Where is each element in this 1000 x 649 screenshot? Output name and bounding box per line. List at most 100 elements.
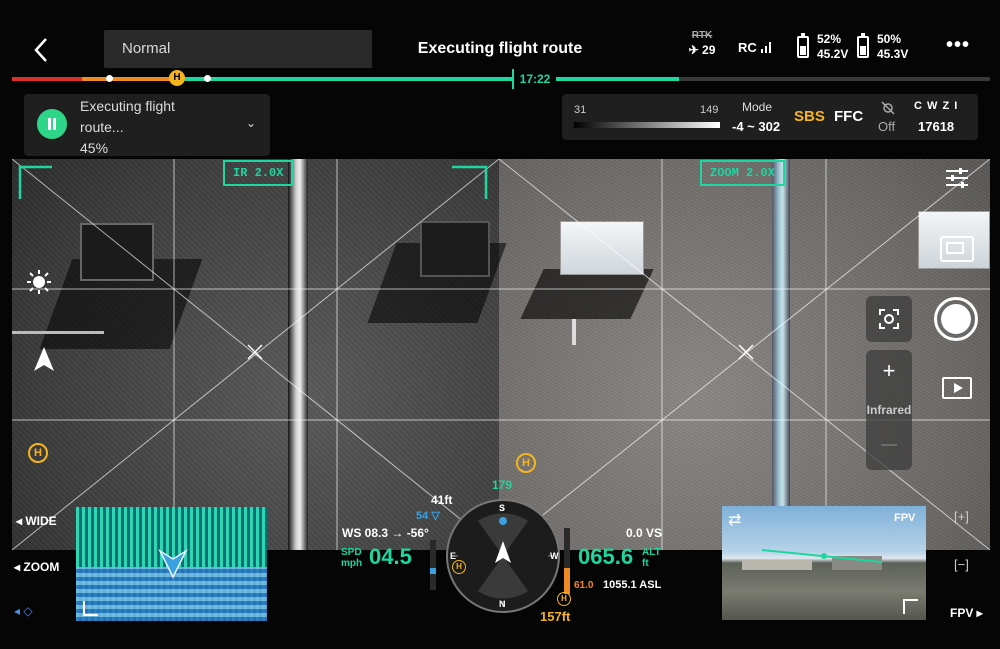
zoom-in-button[interactable]: +	[866, 358, 912, 384]
alt-label: ALT	[642, 547, 661, 558]
flight-mode-selector[interactable]: Normal	[104, 30, 372, 68]
compass-s: S	[499, 503, 506, 513]
compass-e: E	[450, 551, 457, 561]
home-distance: 61.0	[574, 580, 594, 591]
playback-icon[interactable]	[942, 377, 972, 399]
corner-bracket-icon	[83, 601, 98, 616]
palette-gradient[interactable]	[574, 122, 720, 128]
swap-icon[interactable]: ⇄	[728, 510, 741, 530]
battery2-voltage: 45.3V	[877, 47, 909, 61]
compass-n: N	[499, 599, 506, 609]
wide-label: WIDE	[25, 514, 57, 528]
light-off-icon[interactable]	[880, 100, 896, 116]
flight-time: 17:22	[512, 69, 556, 89]
expand-button[interactable]: [+]	[954, 509, 969, 524]
home-point-icon: H	[452, 560, 466, 574]
shutter-button[interactable]	[934, 297, 978, 341]
temp-min: 31	[574, 104, 587, 116]
satellite-count-value: 29	[702, 43, 716, 57]
pause-icon[interactable]	[37, 109, 67, 139]
zoom-control[interactable]: + Infrared —	[866, 350, 912, 470]
rc-signal[interactable]: RC	[738, 40, 774, 55]
altitude-tape	[564, 528, 570, 594]
sbs-button[interactable]: SBS	[794, 108, 825, 125]
mission-percent: 45%	[80, 140, 109, 156]
altitude-value: 065.6	[578, 544, 634, 569]
chevron-down-icon[interactable]: ⌄	[246, 116, 256, 130]
flight-mode-label: Normal	[122, 40, 171, 57]
link-icon	[879, 309, 899, 329]
battery2-percent: 50%	[877, 32, 902, 46]
mission-status-line2: route...	[80, 119, 124, 135]
battery-icon	[857, 33, 869, 58]
link-track-button[interactable]	[866, 296, 912, 342]
home-marker-icon: H	[169, 70, 185, 86]
battery-icon	[797, 33, 809, 58]
rc-label: RC	[738, 40, 757, 55]
battery-2[interactable]: 50% 45.3V	[857, 32, 927, 64]
asl-altitude: 1055.1 ASL	[603, 579, 662, 591]
compass[interactable]: N E S W	[446, 499, 560, 613]
aircraft-position-icon	[158, 548, 188, 579]
aircraft-heading-icon	[34, 347, 54, 371]
page-title: Executing flight route	[417, 40, 583, 57]
fpv-label: FPV	[950, 606, 974, 620]
progress-segment-green	[182, 77, 679, 81]
satellite-count: ✈ 29	[682, 43, 722, 57]
fpv-pip-view[interactable]: ⇄ FPV	[722, 506, 926, 620]
satellite-icon: ✈	[688, 43, 699, 57]
temp-max: 149	[700, 104, 719, 116]
infrared-label: Infrared	[866, 403, 912, 417]
light-status: Off	[878, 119, 896, 134]
height-small-value: 54	[416, 510, 429, 522]
mission-status-line1: Executing flight	[80, 98, 175, 114]
mission-status-panel[interactable]: Executing flight route... 45% ⌄	[24, 94, 270, 156]
pip-label: FPV	[894, 512, 916, 524]
speed-tape	[430, 540, 436, 590]
visible-zoom-label[interactable]: ZOOM 2.0X	[700, 160, 785, 186]
battery1-percent: 52%	[817, 32, 842, 46]
progress-segment-orange	[82, 77, 182, 81]
mode-range[interactable]: -4 ~ 302	[732, 119, 780, 134]
back-button[interactable]	[30, 36, 54, 64]
wide-button[interactable]: ◂ WIDE	[16, 514, 57, 528]
alt-unit: ft	[642, 558, 649, 569]
thermal-panel[interactable]: 31 149 Mode -4 ~ 302 SBS FFC Off C W Z I…	[562, 94, 978, 140]
battery1-voltage: 45.2V	[817, 47, 849, 61]
signal-bars-icon	[761, 42, 772, 53]
zoom-side-label: ZOOM	[23, 560, 60, 574]
vertical-speed: 0.0 VS	[626, 526, 663, 540]
storage-value: 17618	[918, 119, 955, 134]
camera-mode-icon[interactable]	[940, 236, 974, 262]
zoom-side-button[interactable]: ◂ ZOOM	[14, 560, 59, 574]
sun-target-icon[interactable]	[26, 269, 52, 295]
progress-segment-red	[12, 77, 82, 81]
mode-label: Mode	[742, 100, 773, 114]
waypoint-marker	[204, 75, 211, 82]
rtk-label: RTK	[691, 30, 713, 41]
waypoint-marker	[106, 75, 113, 82]
home-point-icon: H	[516, 453, 536, 473]
settings-sliders-icon[interactable]	[944, 167, 970, 189]
speed-label: SPD mph	[341, 547, 362, 569]
map-toggle-icon[interactable]: ◂ ◇	[14, 604, 33, 618]
obstacle-radar[interactable]	[76, 507, 267, 621]
ir-zoom-label[interactable]: IR 2.0X	[223, 160, 294, 186]
wind-speed: WS 08.3 → -56°	[342, 526, 429, 540]
fpv-switch-button[interactable]: FPV ▸	[950, 606, 983, 620]
zoom-out-button[interactable]: —	[866, 436, 912, 454]
ffc-button[interactable]: FFC	[834, 108, 863, 125]
height-small: 54 ▽	[416, 510, 440, 522]
home-point-icon: H	[28, 443, 48, 463]
altitude-top-green: 179	[492, 478, 513, 492]
speed-value: 04.5	[369, 544, 412, 569]
home-point-icon: H	[557, 592, 571, 606]
route-progress-bar	[12, 77, 990, 81]
storage-label: C W Z I	[914, 100, 959, 112]
chevron-left-icon	[34, 38, 47, 62]
collapse-button[interactable]: [−]	[954, 557, 969, 572]
spd-label: SPD	[341, 547, 362, 558]
compass-rose	[452, 505, 554, 607]
rtk-status[interactable]: RTK ✈ 29	[682, 30, 722, 57]
more-icon[interactable]: •••	[946, 34, 970, 57]
